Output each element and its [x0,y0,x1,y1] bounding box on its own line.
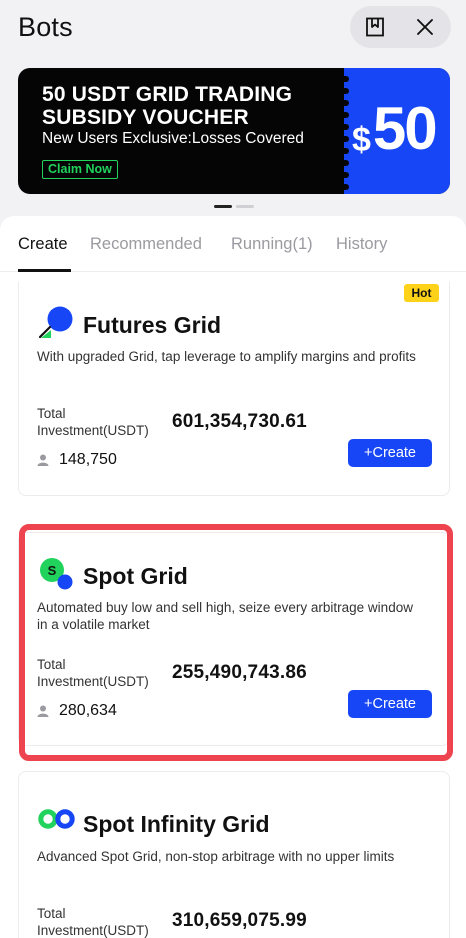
spot-grid-card[interactable]: S Spot Grid Automated buy low and sell h… [18,532,450,746]
investment-label: Total Investment(USDT) [37,906,149,938]
svg-text:S: S [48,563,57,578]
active-tab-underline [18,269,71,272]
futures-grid-card[interactable]: Hot Futures Grid With upgraded Grid, tap… [18,282,450,496]
investment-label: Total Investment(USDT) [37,406,149,438]
carousel-dot-active [214,205,232,208]
card-title: Spot Grid [83,563,188,589]
card-description: With upgraded Grid, tap leverage to ampl… [37,349,416,364]
users-count: 280,634 [37,702,117,720]
card-title: Spot Infinity Grid [83,811,270,837]
voucher-value: 50 [372,95,438,162]
tab-running[interactable]: Running(1) [231,235,313,254]
close-button[interactable] [400,6,450,48]
investment-label: Total Investment(USDT) [37,657,149,689]
spot-grid-icon: S [40,558,73,590]
spot-infinity-grid-card[interactable]: Spot Infinity Grid Advanced Spot Grid, n… [18,771,450,938]
tab-create[interactable]: Create [18,235,68,254]
header-actions [350,6,451,48]
currency-symbol: $ [352,121,371,159]
banner-subtitle: New Users Exclusive:Losses Covered [42,130,304,147]
investment-value: 255,490,743.86 [172,662,307,683]
create-button[interactable]: +Create [348,690,432,718]
user-icon [37,705,49,717]
card-title: Futures Grid [83,312,222,338]
hot-badge: Hot [404,284,439,302]
bookmark-button[interactable] [350,6,400,48]
page-title: Bots [18,12,73,42]
promo-banner[interactable]: 50 USDT GRID TRADING SUBSIDY VOUCHER New… [18,68,450,194]
tab-history[interactable]: History [336,235,387,254]
claim-now-button[interactable]: Claim Now [42,160,118,179]
carousel-dot [236,205,254,208]
card-description: Automated buy low and sell high, seize e… [37,600,413,632]
carousel-indicator [214,205,254,208]
bookmark-icon [366,17,384,37]
user-icon [37,454,49,466]
header-area: Bots 50 USDT GRID TRADING SUBSIDY VOUCHE… [0,0,466,215]
voucher-amount: $ 50 [352,95,438,162]
card-description: Advanced Spot Grid, non-stop arbitrage w… [37,849,395,864]
banner-title-line1: 50 USDT GRID TRADING [42,83,293,106]
tab-bar: Create Recommended Running(1) History [0,216,466,272]
investment-value: 310,659,075.99 [172,910,307,931]
futures-grid-icon [38,306,73,339]
banner-title-line2: SUBSIDY VOUCHER [42,106,249,129]
create-button[interactable]: +Create [348,439,432,467]
close-icon [417,19,433,35]
tab-recommended[interactable]: Recommended [90,235,202,254]
investment-value: 601,354,730.61 [172,411,307,432]
spot-infinity-grid-icon [38,809,75,829]
users-count: 148,750 [37,451,117,469]
users-count-value: 280,634 [59,702,117,719]
voucher-badge: $ 50 [339,68,450,194]
users-count-value: 148,750 [59,451,117,468]
